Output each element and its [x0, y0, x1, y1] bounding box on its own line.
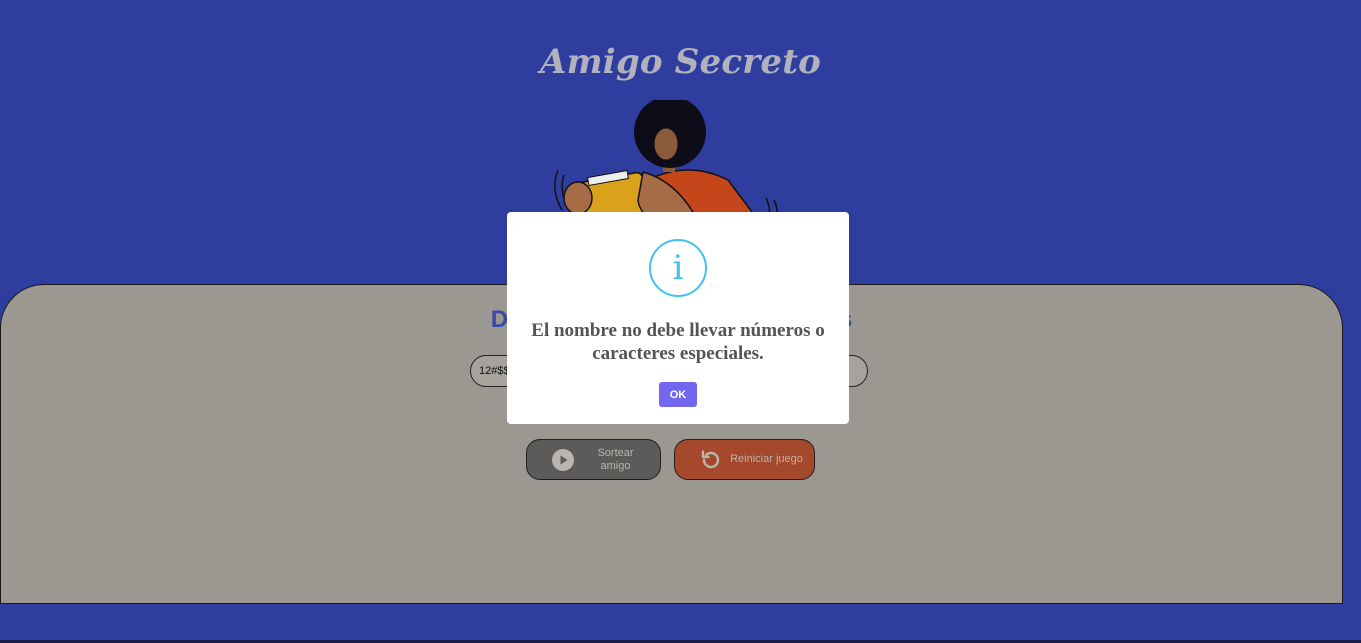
info-icon: i	[649, 239, 707, 297]
ok-button[interactable]: OK	[659, 382, 697, 407]
alert-message: El nombre no debe llevar números o carac…	[531, 320, 825, 364]
alert-dialog: i El nombre no debe llevar números o car…	[507, 212, 849, 424]
